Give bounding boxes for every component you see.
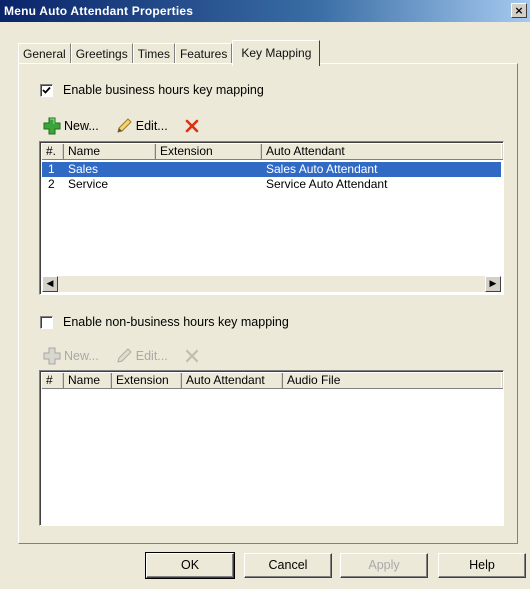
row-number: 2 [48, 177, 55, 191]
column-header-number[interactable]: #. [42, 144, 64, 160]
non-business-toolbar: New... Edit... [43, 347, 216, 365]
column-header-name[interactable]: Name [64, 373, 112, 389]
non-business-edit-label: Edit... [135, 349, 168, 363]
non-business-hours-checkbox-row[interactable]: Enable non-business hours key mapping [40, 315, 289, 329]
business-key-mapping-list[interactable]: #. Name Extension Auto Attendant 1 Sales… [39, 141, 504, 295]
tab-features[interactable]: Features [174, 43, 233, 64]
tab-general[interactable]: General [18, 43, 71, 64]
table-row[interactable]: 2 Service Service Auto Attendant [42, 177, 501, 192]
ok-button[interactable]: OK [145, 552, 235, 579]
row-name: Service [68, 177, 109, 191]
title-bar: Menu Auto Attendant Properties × [0, 0, 530, 22]
column-header-name[interactable]: Name [64, 144, 156, 160]
non-business-hours-label: Enable non-business hours key mapping [63, 315, 289, 329]
table-row[interactable]: 1 Sales Sales Auto Attendant [42, 162, 501, 177]
tab-strip: General Greetings Times Features Key Map… [18, 40, 321, 66]
column-header-auto-attendant[interactable]: Auto Attendant [182, 373, 283, 389]
business-toolbar: New... Edit... [43, 117, 216, 135]
apply-button[interactable]: Apply [340, 553, 428, 578]
non-business-edit-button[interactable]: Edit... [115, 347, 168, 365]
business-hours-checkbox[interactable] [40, 83, 53, 97]
checkmark-icon [42, 86, 51, 94]
business-edit-button[interactable]: Edit... [115, 117, 168, 135]
column-header-auto-attendant[interactable]: Auto Attendant [262, 144, 503, 160]
non-business-delete-button[interactable] [184, 348, 200, 364]
non-business-new-label: New... [64, 349, 99, 363]
close-button[interactable]: × [511, 3, 527, 18]
delete-x-icon [185, 119, 199, 133]
column-header-extension[interactable]: Extension [112, 373, 182, 389]
business-hours-label: Enable business hours key mapping [63, 83, 264, 97]
row-auto-attendant: Service Auto Attendant [266, 177, 388, 191]
column-header-extension[interactable]: Extension [156, 144, 262, 160]
non-business-key-mapping-list[interactable]: # Name Extension Auto Attendant Audio Fi… [39, 370, 504, 526]
scroll-left-icon[interactable]: ◀ [42, 276, 58, 292]
business-hours-checkbox-row[interactable]: Enable business hours key mapping [40, 83, 264, 97]
tab-greetings[interactable]: Greetings [70, 43, 133, 64]
column-header-number[interactable]: # [42, 373, 64, 389]
window-title: Menu Auto Attendant Properties [4, 4, 194, 18]
non-business-list-header: # Name Extension Auto Attendant Audio Fi… [42, 373, 503, 389]
business-new-label: New... [64, 119, 99, 133]
business-delete-button[interactable] [184, 118, 200, 134]
row-auto-attendant: Sales Auto Attendant [266, 162, 378, 176]
row-name: Sales [68, 162, 99, 176]
add-icon [43, 347, 61, 365]
pencil-icon [117, 348, 132, 363]
row-number: 1 [48, 162, 55, 176]
business-new-button[interactable]: New... [43, 117, 99, 135]
add-icon [43, 117, 61, 135]
help-button[interactable]: Help [438, 553, 526, 578]
horizontal-scrollbar[interactable]: ◀ ▶ [42, 276, 501, 292]
cancel-button[interactable]: Cancel [244, 553, 332, 578]
tab-times[interactable]: Times [132, 43, 175, 64]
business-list-header: #. Name Extension Auto Attendant [42, 144, 503, 160]
business-edit-label: Edit... [135, 119, 168, 133]
scroll-right-icon[interactable]: ▶ [485, 276, 501, 292]
column-header-audio-file[interactable]: Audio File [283, 373, 503, 389]
non-business-new-button[interactable]: New... [43, 347, 99, 365]
tab-key-mapping[interactable]: Key Mapping [232, 40, 321, 66]
pencil-icon [117, 118, 132, 133]
non-business-hours-checkbox[interactable] [40, 315, 53, 329]
delete-x-icon [185, 349, 198, 363]
